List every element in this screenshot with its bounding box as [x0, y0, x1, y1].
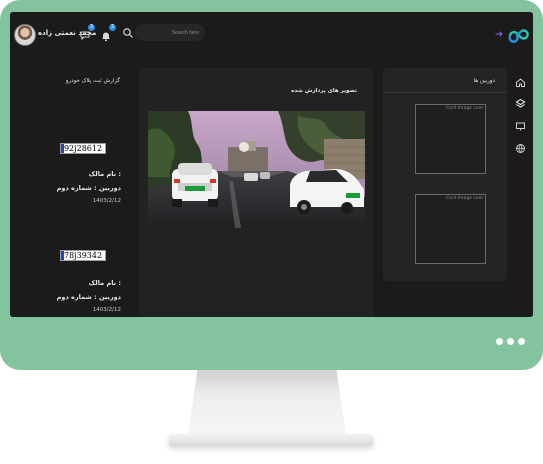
- cameras-divider: [383, 92, 507, 93]
- bell-icon: [102, 32, 110, 42]
- camera-image-alt: Cord Image cam: [445, 196, 483, 201]
- search-input[interactable]: [135, 24, 205, 41]
- sidebar-nav: [508, 56, 533, 317]
- camera-label: دوربین : شماره دوم: [56, 184, 121, 192]
- globe-icon[interactable]: [515, 143, 526, 154]
- logo-icon: [508, 29, 529, 43]
- chat-badge: 3: [88, 24, 95, 31]
- camera-feed[interactable]: Cord Image cam: [415, 104, 486, 174]
- monitor-frame: محمد نعمتی زاده 3 3 Search here گزارش ثب…: [0, 0, 543, 370]
- cameras-title: دوربین ها: [473, 78, 495, 84]
- plate-report-panel: گزارش ثبت پلاک خودرو 92j28612 نام مالک :…: [10, 68, 134, 317]
- camera-image-alt: Cord Image cam: [445, 106, 483, 111]
- notifications-button[interactable]: 3: [100, 24, 116, 42]
- processed-images-title: تصویر های پردازش شده: [291, 88, 357, 94]
- chat-icon: [80, 31, 90, 41]
- monitor-dots: [496, 338, 525, 345]
- top-bar: محمد نعمتی زاده 3 3: [10, 12, 533, 56]
- bell-badge: 3: [109, 24, 116, 31]
- app-screen: محمد نعمتی زاده 3 3 Search here گزارش ثب…: [10, 12, 533, 317]
- arrow-right-icon[interactable]: [495, 30, 503, 38]
- license-plate: 92j28612: [60, 143, 106, 154]
- plate-report-title: گزارش ثبت پلاک خودرو: [65, 78, 120, 84]
- camera-label: دوربین : شماره دوم: [56, 293, 121, 301]
- owner-label: نام مالک :: [88, 279, 121, 287]
- processed-photo[interactable]: [148, 111, 365, 228]
- record-date: 1403/2/12: [92, 198, 121, 204]
- owner-label: نام مالک :: [88, 170, 121, 178]
- monitor-stand-base: [169, 434, 373, 446]
- layers-icon[interactable]: [515, 98, 526, 109]
- monitor-icon[interactable]: [515, 121, 526, 132]
- processed-images-panel: تصویر های پردازش شده: [139, 68, 374, 317]
- monitor-dot: [496, 338, 503, 345]
- home-icon[interactable]: [515, 77, 526, 88]
- camera-feed[interactable]: Cord Image cam: [415, 194, 486, 264]
- record-date: 1403/2/12: [92, 307, 121, 313]
- monitor-dot: [518, 338, 525, 345]
- monitor-dot: [507, 338, 514, 345]
- chat-button[interactable]: 3: [79, 24, 95, 41]
- cameras-panel: دوربین ها Cord Image cam Cord Image cam: [383, 68, 507, 281]
- monitor-stand-neck: [188, 370, 346, 436]
- license-plate: 78j39342: [60, 250, 106, 261]
- user-avatar[interactable]: [14, 24, 36, 46]
- search-icon[interactable]: [122, 27, 134, 39]
